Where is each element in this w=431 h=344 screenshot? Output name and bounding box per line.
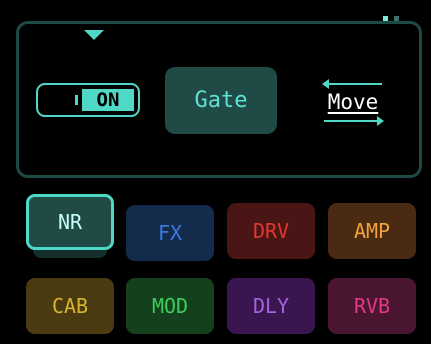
module-tile-nr[interactable]: NR [26, 194, 114, 250]
toggle-label: ON [75, 89, 134, 111]
selection-pointer-icon [84, 30, 104, 40]
on-off-toggle[interactable]: ON [36, 83, 140, 117]
move-label: Move [327, 90, 379, 114]
module-tile-rvb[interactable]: RVB [328, 278, 416, 334]
arrow-left-icon [322, 79, 382, 89]
move-button[interactable]: Move [318, 79, 388, 126]
module-tile-dly[interactable]: DLY [227, 278, 315, 334]
module-tile-mod[interactable]: MOD [126, 278, 214, 334]
module-tile-cab[interactable]: CAB [26, 278, 114, 334]
module-tile-amp[interactable]: AMP [328, 203, 416, 259]
arrow-right-icon [324, 116, 384, 126]
effect-type-button[interactable]: Gate [165, 67, 277, 134]
module-tile-drv[interactable]: DRV [227, 203, 315, 259]
module-tile-fx[interactable]: FX [126, 205, 214, 261]
